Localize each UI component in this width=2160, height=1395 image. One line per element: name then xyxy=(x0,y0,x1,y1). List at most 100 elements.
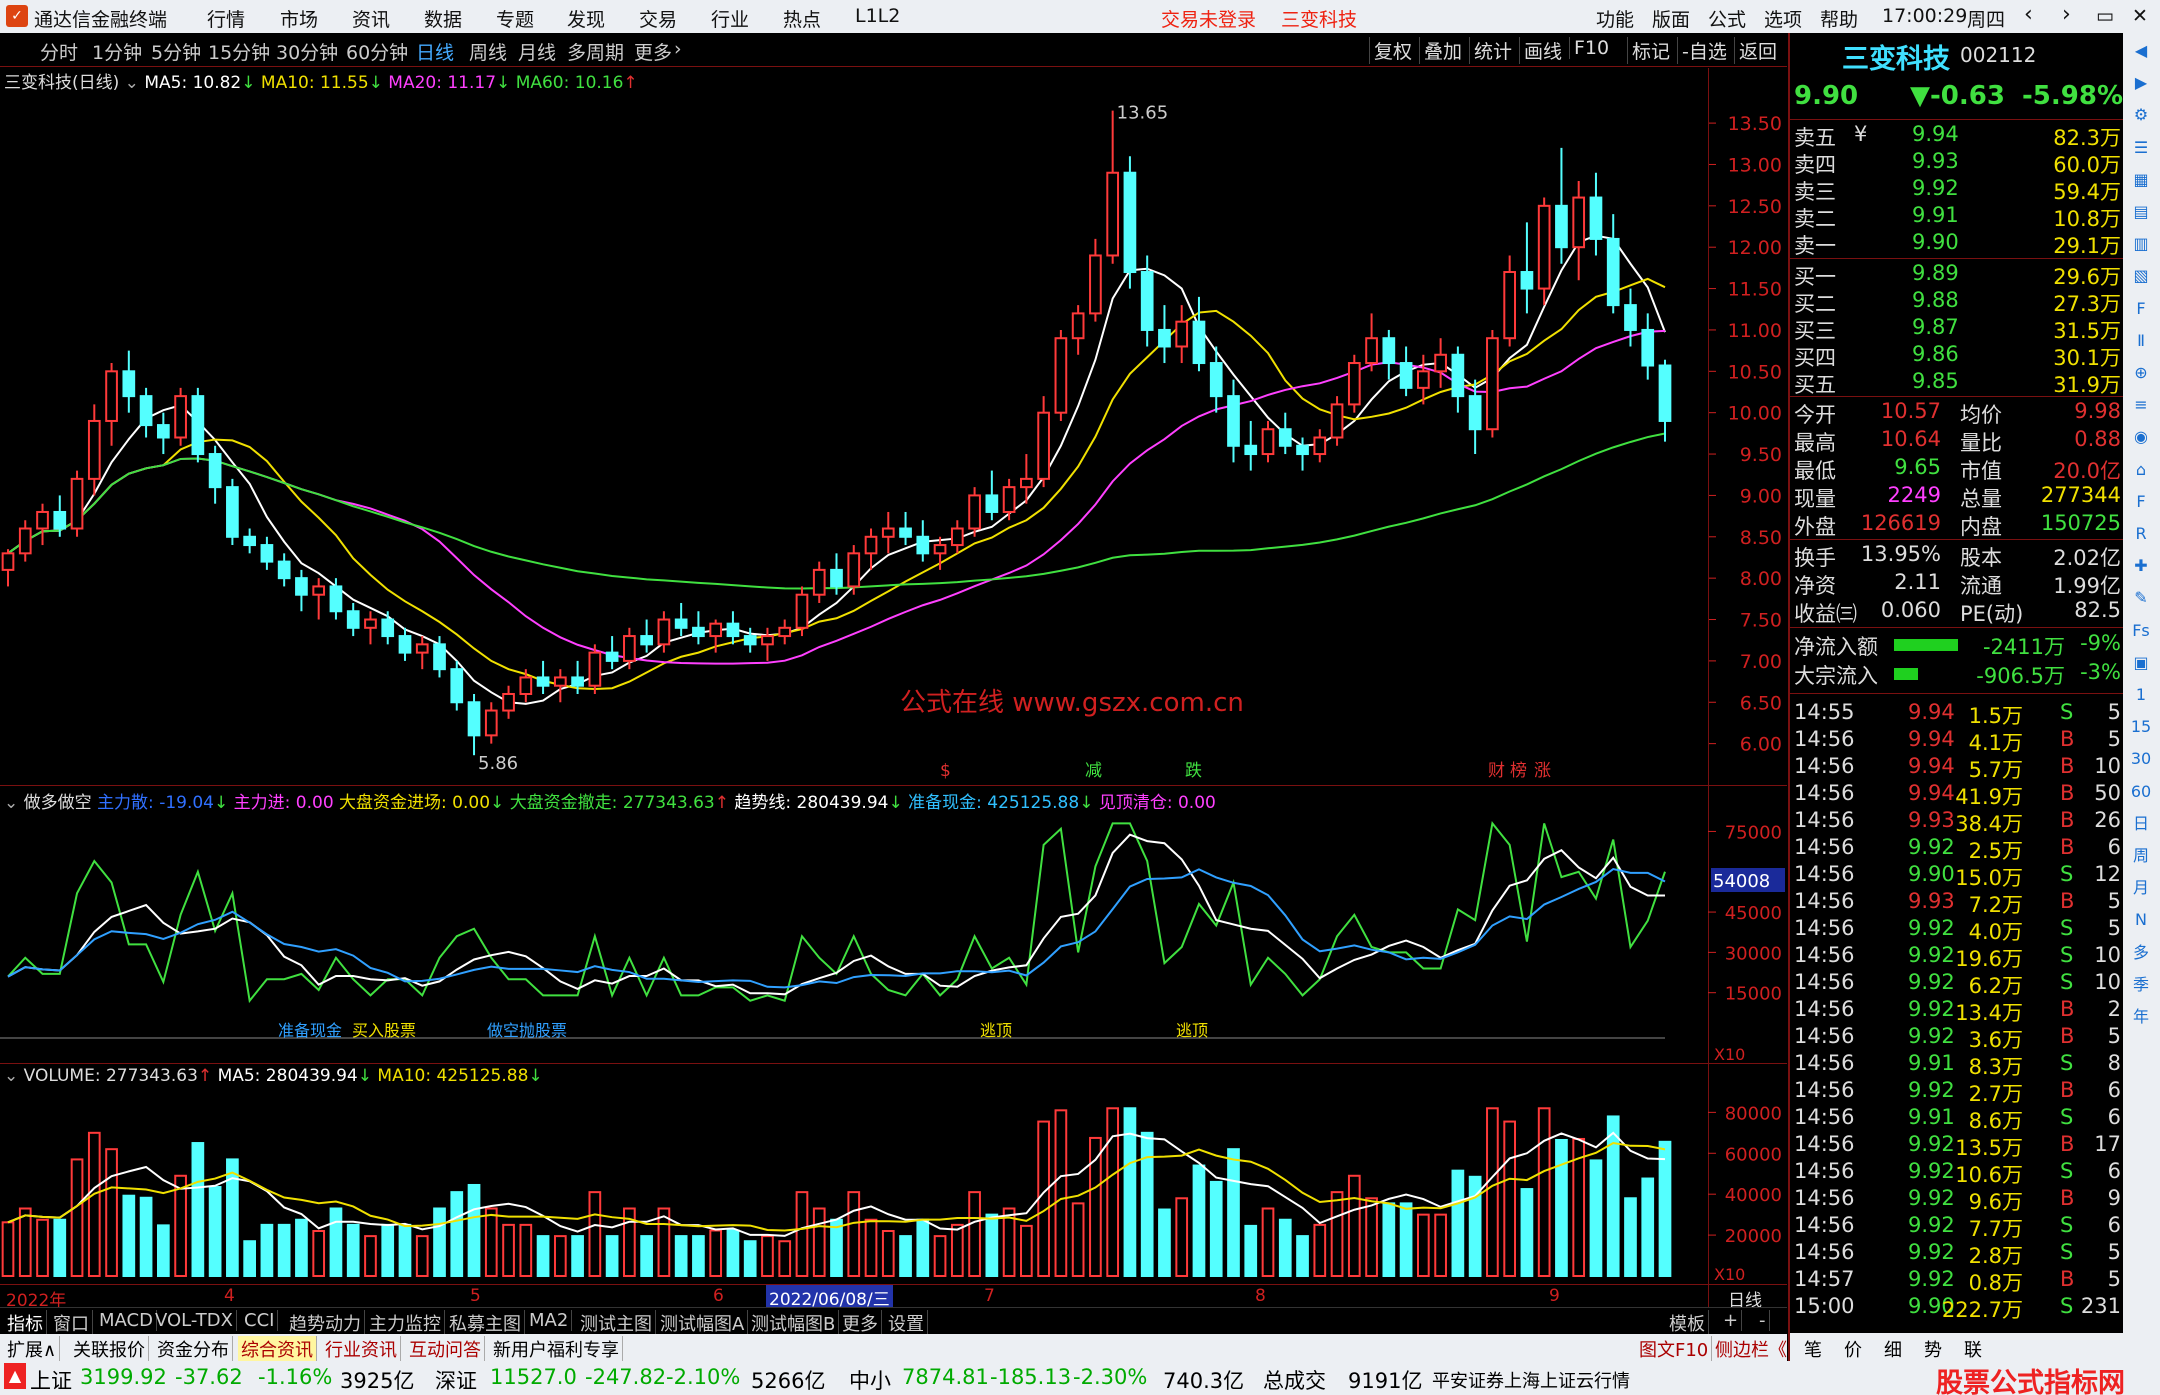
info-tab-6[interactable]: 新用户福利专享 xyxy=(490,1336,623,1362)
indicator-tab-1[interactable]: 窗口 xyxy=(50,1310,93,1336)
period-fenshi[interactable]: 分时 xyxy=(40,38,78,65)
menu-l1l2[interactable]: L1L2 xyxy=(855,5,900,27)
info-tab-2[interactable]: 资金分布 xyxy=(154,1336,233,1362)
side-icon-30[interactable]: 年 xyxy=(2129,1005,2153,1029)
info-tab-3[interactable]: 综合资讯 xyxy=(238,1336,317,1362)
side-icon-11[interactable]: ≡ xyxy=(2129,393,2153,417)
btn-zixuan[interactable]: -自选 xyxy=(1677,37,1731,64)
period-60min[interactable]: 60分钟 xyxy=(346,38,408,65)
indicator-tab-10[interactable]: 测试幅图A xyxy=(657,1310,749,1336)
event-marker[interactable]: 跌 xyxy=(1185,761,1202,781)
side-icon-20[interactable]: 1 xyxy=(2129,683,2153,707)
menu-shuju[interactable]: 数据 xyxy=(424,5,462,32)
menu-xuanxiang[interactable]: 选项 xyxy=(1764,5,1802,32)
period-1min[interactable]: 1分钟 xyxy=(92,38,142,65)
side-icon-4[interactable]: ▦ xyxy=(2129,168,2153,192)
side-icon-5[interactable]: ▤ xyxy=(2129,200,2153,224)
side-icon-19[interactable]: ▣ xyxy=(2129,651,2153,675)
side-icon-28[interactable]: 多 xyxy=(2129,941,2153,965)
menu-redian[interactable]: 热点 xyxy=(783,5,821,32)
indicator-tab-6[interactable]: 主力监控 xyxy=(366,1310,445,1336)
menu-gongneng[interactable]: 功能 xyxy=(1596,5,1634,32)
btn-diejia[interactable]: 叠加 xyxy=(1419,37,1466,64)
side-icon-1[interactable]: ▶ xyxy=(2129,71,2153,95)
back-icon[interactable]: ‹ xyxy=(2024,2,2033,27)
price-chart-panel[interactable]: 13.50 13.00 12.50 12.00 11.50 11.00 10.50 10.00… xyxy=(0,90,1787,785)
side-icon-16[interactable]: ✚ xyxy=(2129,554,2153,578)
menu-hangqing[interactable]: 行情 xyxy=(207,5,245,32)
event-marker[interactable]: 减 xyxy=(1085,761,1102,781)
side-icon-29[interactable]: 季 xyxy=(2129,973,2153,997)
collapse-icon[interactable]: ⌄ xyxy=(4,1066,24,1086)
side-icon-6[interactable]: ▥ xyxy=(2129,232,2153,256)
period-5min[interactable]: 5分钟 xyxy=(151,38,201,65)
info-tab-4[interactable]: 行业资讯 xyxy=(322,1336,401,1362)
side-icon-22[interactable]: 30 xyxy=(2129,747,2153,771)
side-icon-15[interactable]: R xyxy=(2129,522,2153,546)
period-more[interactable]: 更多 xyxy=(634,38,672,65)
side-icon-10[interactable]: ⊕ xyxy=(2129,361,2153,385)
indicator-panel[interactable]: 75000 45000 30000 15000 54008 X10 准备现金 买入股票 做空抛股… xyxy=(0,808,1787,1063)
period-30min[interactable]: 30分钟 xyxy=(276,38,338,65)
menu-banmian[interactable]: 版面 xyxy=(1652,5,1690,32)
menu-hangye[interactable]: 行业 xyxy=(711,5,749,32)
info-tab-1[interactable]: 关联报价 xyxy=(70,1336,149,1362)
minus-button[interactable]: - xyxy=(1756,1310,1770,1331)
quote-tab-2[interactable]: 细 xyxy=(1884,1336,1902,1362)
period-multi[interactable]: 多周期 xyxy=(567,38,624,65)
side-icon-8[interactable]: F xyxy=(2129,297,2153,321)
menu-shichang[interactable]: 市场 xyxy=(280,5,318,32)
sz-label[interactable]: 深证 xyxy=(435,1365,477,1395)
period-monthly[interactable]: 月线 xyxy=(518,38,556,65)
indicator-tab-13[interactable]: 设置 xyxy=(885,1310,928,1336)
sidebar-toggle[interactable]: 侧边栏《 xyxy=(1712,1336,1791,1362)
btn-fanhui[interactable]: 返回 xyxy=(1734,37,1781,64)
side-icon-0[interactable]: ◀ xyxy=(2129,39,2153,63)
f10-tab[interactable]: 图文F10 xyxy=(1636,1336,1713,1362)
template-button[interactable]: 模板 xyxy=(1666,1310,1709,1336)
menu-jiaoyi[interactable]: 交易 xyxy=(639,5,677,32)
close-icon[interactable]: ✕ xyxy=(2132,5,2148,27)
event-marker[interactable]: $ xyxy=(940,761,951,781)
sh-label[interactable]: 上证 xyxy=(30,1365,72,1395)
event-marker[interactable]: 榜 xyxy=(1510,761,1527,781)
btn-f10[interactable]: F10 xyxy=(1569,37,1613,59)
indicator-tab-4[interactable]: CCI xyxy=(241,1310,279,1331)
side-icon-12[interactable]: ◉ xyxy=(2129,425,2153,449)
side-icon-27[interactable]: N xyxy=(2129,908,2153,932)
period-15min[interactable]: 15分钟 xyxy=(208,38,270,65)
indicator-tab-2[interactable]: MACD xyxy=(96,1310,157,1331)
indicator-tab-5[interactable]: 趋势动力 xyxy=(286,1310,365,1336)
zx-label[interactable]: 中小 xyxy=(849,1365,891,1395)
quote-tab-0[interactable]: 笔 xyxy=(1804,1336,1822,1362)
chevron-right-icon[interactable]: › xyxy=(674,38,682,60)
side-icon-18[interactable]: Fs xyxy=(2129,619,2153,643)
btn-tongji[interactable]: 统计 xyxy=(1469,37,1516,64)
side-icon-2[interactable]: ⚙ xyxy=(2129,103,2153,127)
side-icon-26[interactable]: 月 xyxy=(2129,876,2153,900)
indicator-tab-8[interactable]: MA2 xyxy=(526,1310,573,1331)
plus-button[interactable]: + xyxy=(1720,1310,1743,1331)
menu-zhuanti[interactable]: 专题 xyxy=(496,5,534,32)
period-daily[interactable]: 日线 xyxy=(416,38,454,65)
side-icon-25[interactable]: 周 xyxy=(2129,844,2153,868)
event-marker[interactable]: 涨 xyxy=(1534,761,1551,781)
quote-tab-4[interactable]: 联 xyxy=(1964,1336,1982,1362)
indicator-tab-9[interactable]: 测试主图 xyxy=(577,1310,656,1336)
side-icon-21[interactable]: 15 xyxy=(2129,715,2153,739)
menu-bangzhu[interactable]: 帮助 xyxy=(1820,5,1858,32)
side-icon-24[interactable]: 日 xyxy=(2129,812,2153,836)
indicator-tab-11[interactable]: 测试幅图B xyxy=(748,1310,840,1336)
quote-tab-1[interactable]: 价 xyxy=(1844,1336,1862,1362)
side-icon-9[interactable]: Ⅱ xyxy=(2129,329,2153,353)
side-icon-14[interactable]: F xyxy=(2129,490,2153,514)
quote-tab-3[interactable]: 势 xyxy=(1924,1336,1942,1362)
period-weekly[interactable]: 周线 xyxy=(469,38,507,65)
indicator-tab-7[interactable]: 私募主图 xyxy=(446,1310,525,1336)
menu-zixun[interactable]: 资讯 xyxy=(352,5,390,32)
menu-gongshi[interactable]: 公式 xyxy=(1708,5,1746,32)
btn-biaoji[interactable]: 标记 xyxy=(1627,37,1674,64)
indicator-tab-12[interactable]: 更多 xyxy=(839,1310,882,1336)
info-tab-0[interactable]: 扩展∧ xyxy=(4,1336,61,1362)
side-icon-17[interactable]: ✎ xyxy=(2129,586,2153,610)
